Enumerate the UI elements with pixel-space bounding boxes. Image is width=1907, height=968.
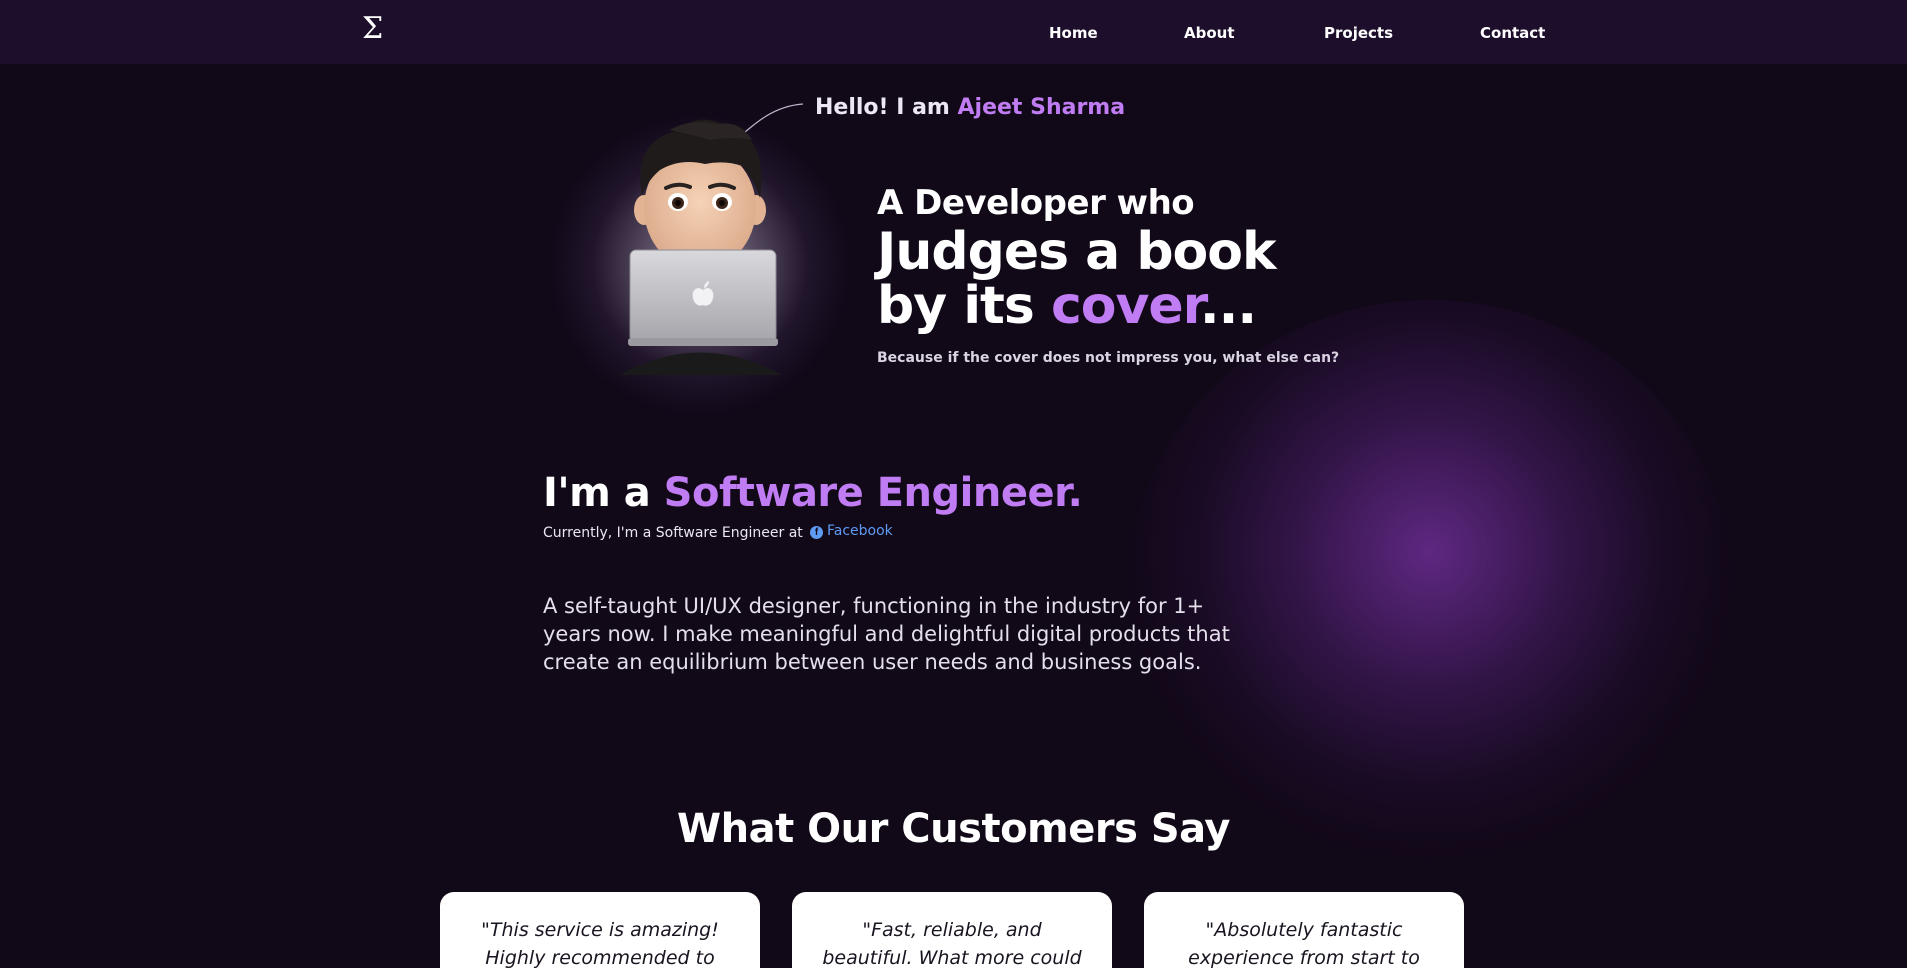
sigma-logo[interactable]: Σ bbox=[362, 14, 383, 44]
hero-name: Ajeet Sharma bbox=[957, 95, 1126, 120]
nav-link-home[interactable]: Home bbox=[1049, 24, 1098, 42]
testimonial-quote: "Absolutely fantastic experience from st… bbox=[1188, 919, 1420, 968]
testimonial-quote: "Fast, reliable, and beautiful. What mor… bbox=[822, 919, 1082, 968]
hero-line-1: A Developer who bbox=[877, 183, 1195, 223]
engineer-heading-accent: Software Engineer. bbox=[663, 470, 1083, 516]
memoji-with-laptop-icon bbox=[620, 119, 782, 375]
nav-link-about[interactable]: About bbox=[1184, 24, 1235, 42]
testimonial-card: "Absolutely fantastic experience from st… bbox=[1144, 892, 1464, 968]
avatar bbox=[520, 100, 880, 430]
background-glow bbox=[1130, 300, 1730, 860]
engineer-heading: I'm a Software Engineer. bbox=[543, 470, 1083, 516]
engineer-heading-prefix: I'm a bbox=[543, 470, 651, 516]
nav-link-contact[interactable]: Contact bbox=[1480, 24, 1545, 42]
top-nav: Σ Home About Projects Contact bbox=[0, 0, 1907, 64]
facebook-icon: f bbox=[810, 526, 823, 539]
testimonials-title: What Our Customers Say bbox=[677, 806, 1230, 852]
hero-line-3-prefix: by its bbox=[877, 276, 1035, 336]
hero-line-3-suffix: ... bbox=[1199, 276, 1257, 336]
hero-subtitle: Because if the cover does not impress yo… bbox=[877, 350, 1340, 366]
bio-paragraph: A self-taught UI/UX designer, functionin… bbox=[543, 594, 1230, 674]
facebook-link-label: Facebook bbox=[827, 523, 893, 539]
page: Σ Home About Projects Contact Hello! I a… bbox=[0, 0, 1907, 968]
current-role-text: Currently, I'm a Software Engineer at bbox=[543, 525, 803, 541]
hero-line-3-accent: cover bbox=[1050, 276, 1201, 336]
testimonial-card: "This service is amazing! Highly recomme… bbox=[440, 892, 760, 968]
testimonial-card: "Fast, reliable, and beautiful. What mor… bbox=[792, 892, 1112, 968]
nav-link-projects[interactable]: Projects bbox=[1324, 24, 1393, 42]
hero-line-2: Judges a book bbox=[877, 222, 1277, 282]
hero-line-3: by its cover... bbox=[877, 280, 1257, 332]
facebook-link[interactable]: f Facebook bbox=[810, 523, 893, 539]
testimonial-quote: "This service is amazing! Highly recomme… bbox=[481, 919, 719, 968]
